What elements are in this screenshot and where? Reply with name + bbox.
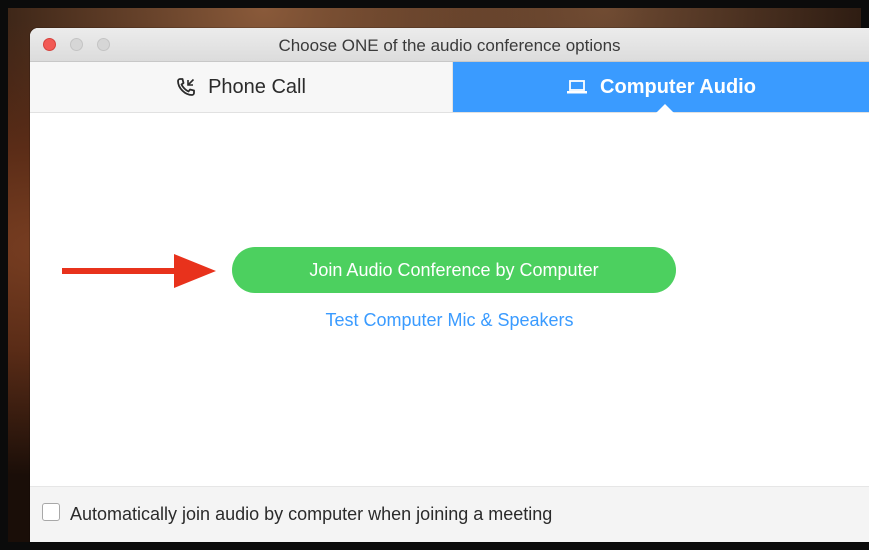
dialog-footer: Automatically join audio by computer whe… [30,486,869,542]
auto-join-label: Automatically join audio by computer whe… [70,504,553,524]
tab-phone-call-label: Phone Call [208,75,306,98]
join-audio-button[interactable]: Join Audio Conference by Computer [232,247,676,293]
laptop-icon [566,78,588,96]
phone-icon [176,77,196,97]
audio-tabs: Phone Call Computer Audio [30,62,869,113]
red-arrow-icon [62,254,216,288]
screenshot-frame: Choose ONE of the audio conference optio… [0,0,869,550]
window-titlebar: Choose ONE of the audio conference optio… [30,28,869,62]
tab-computer-audio-label: Computer Audio [600,75,756,98]
tab-phone-call[interactable]: Phone Call [30,62,453,112]
window-title: Choose ONE of the audio conference optio… [278,36,621,55]
test-mic-speakers-link[interactable]: Test Computer Mic & Speakers [30,310,869,331]
selected-tab-indicator [656,104,674,113]
auto-join-checkbox[interactable] [42,503,60,521]
